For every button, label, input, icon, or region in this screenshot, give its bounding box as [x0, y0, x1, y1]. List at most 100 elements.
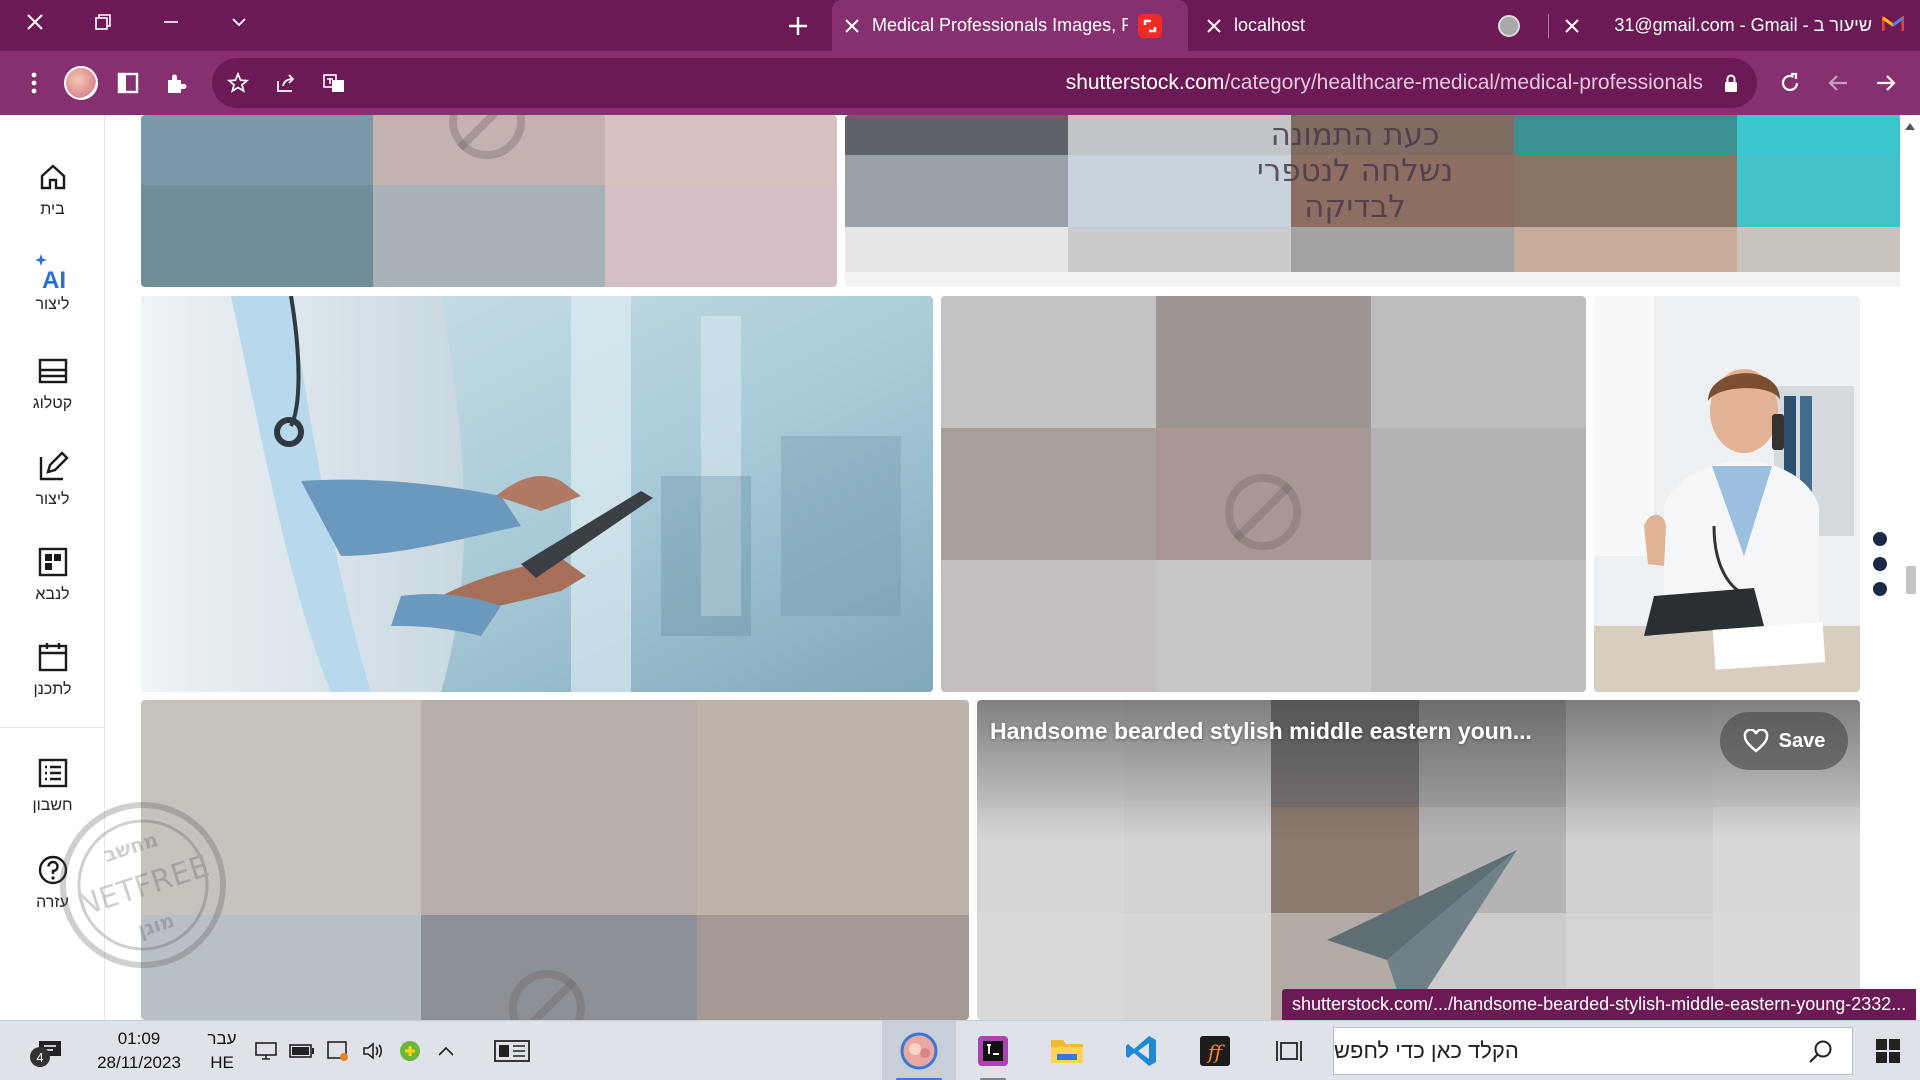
clock-date: 28/11/2023: [97, 1053, 181, 1072]
task-view-button[interactable]: [1256, 1021, 1322, 1080]
share-button[interactable]: [266, 63, 306, 103]
tab-medical-professionals[interactable]: Medical Professionals Images, Pi: [832, 0, 1188, 51]
image-title[interactable]: Handsome bearded stylish middle eastern …: [990, 718, 1532, 745]
image-tile-hovered[interactable]: Handsome bearded stylish middle eastern …: [977, 700, 1860, 1020]
page-nav-dot[interactable]: [1873, 532, 1887, 546]
save-button[interactable]: Save: [1720, 712, 1848, 770]
tab-title: Medical Professionals Images, Pi: [872, 15, 1128, 35]
lang-top: עבר: [207, 1029, 237, 1048]
doctor-tablet-photo: [141, 296, 933, 692]
url-path: /category/healthcare-medical/medical-pro…: [1224, 71, 1703, 94]
back-button[interactable]: [1866, 63, 1906, 103]
sidebar-item-ai-generate[interactable]: AI ליצור: [0, 250, 105, 330]
image-tile[interactable]: [141, 115, 837, 287]
new-tab-button[interactable]: [762, 4, 834, 48]
page-nav-dot[interactable]: [1873, 557, 1887, 571]
lang-bottom: HE: [210, 1053, 234, 1072]
battery-icon: [289, 1044, 314, 1058]
reload-button[interactable]: [1770, 63, 1810, 103]
blocked-notice: כעת התמונה נשלחה לנטפרי לבדיקה: [1255, 115, 1455, 241]
minimize-window-button[interactable]: [136, 0, 206, 44]
shutterstock-icon: [1138, 13, 1162, 38]
news-widget-button[interactable]: [490, 1021, 534, 1080]
sidebar-item-label: קטלוג: [32, 395, 73, 412]
network-tray[interactable]: [250, 1021, 282, 1080]
notification-center-button[interactable]: [20, 1021, 80, 1080]
sidebar-item-label: ליצור: [35, 296, 70, 313]
image-tile-doctor-phone[interactable]: [1594, 296, 1860, 692]
clock[interactable]: 01:09 28/11/2023: [84, 1027, 194, 1075]
help-icon: [33, 848, 73, 892]
scroll-up-arrow-icon[interactable]: [1905, 123, 1915, 130]
sidebar-item-create[interactable]: ליצור: [0, 445, 105, 525]
image-tile-doctor-tablet[interactable]: [141, 296, 933, 692]
show-hidden-icons-button[interactable]: [430, 1021, 462, 1080]
url-host: shutterstock.com: [1065, 71, 1225, 94]
globe-icon: [1498, 14, 1520, 37]
tab-close-icon[interactable]: [1552, 18, 1592, 33]
bookmark-button[interactable]: [218, 63, 258, 103]
taskbar-app-intellij[interactable]: [960, 1021, 1026, 1080]
address-bar[interactable]: shutterstock.com/category/healthcare-med…: [212, 58, 1757, 108]
tab-search-button[interactable]: [204, 0, 274, 44]
restore-icon: [95, 14, 111, 30]
restore-window-button[interactable]: [68, 0, 138, 44]
reload-icon: [1781, 72, 1799, 92]
app-tray[interactable]: [394, 1021, 426, 1080]
taskbar-search-input[interactable]: הקלד כאן כדי לחפש: [1333, 1027, 1853, 1075]
plus-icon: [789, 17, 807, 35]
tab-close-icon[interactable]: [1194, 18, 1234, 33]
news-icon: [494, 1040, 530, 1062]
arrow-left-icon: [1828, 75, 1847, 91]
sidebar-item-account[interactable]: חשבון: [0, 751, 105, 831]
close-window-button[interactable]: [0, 0, 70, 44]
scroll-thumb[interactable]: [1906, 566, 1916, 594]
site-info-button[interactable]: [1711, 63, 1751, 103]
image-tile[interactable]: [941, 296, 1586, 692]
more-vertical-icon: [31, 72, 37, 94]
tab-gmail[interactable]: 31@gmail.com - Gmail - שיעור ב: [1552, 0, 1920, 51]
browser-menu-button[interactable]: [14, 63, 54, 103]
taskbar-app-chrome[interactable]: [882, 1021, 956, 1080]
image-tile[interactable]: [141, 700, 969, 1020]
sidebar-item-label: בית: [40, 201, 65, 218]
windows-icon: [1876, 1039, 1900, 1063]
page-scrollbar[interactable]: [1900, 115, 1920, 1020]
volume-tray[interactable]: [358, 1021, 390, 1080]
image-tile[interactable]: כעת התמונה נשלחה לנטפרי לבדיקה: [845, 115, 1900, 287]
sidebar-item-catalog[interactable]: קטלוג: [0, 349, 105, 429]
status-link-preview: shutterstock.com/.../handsome-bearded-st…: [1282, 989, 1917, 1020]
page-nav-dot[interactable]: [1873, 582, 1887, 596]
forward-button[interactable]: [1818, 63, 1858, 103]
folder-icon: [1051, 1040, 1083, 1063]
update-tray[interactable]: [322, 1021, 354, 1080]
translate-button[interactable]: [314, 63, 354, 103]
catalog-icon: [33, 349, 73, 393]
start-button[interactable]: [1856, 1021, 1920, 1080]
sidebar-item-plan[interactable]: לתכנן: [0, 635, 105, 715]
green-circle-icon: [400, 1041, 420, 1061]
sidebar-item-predict[interactable]: לנבא: [0, 540, 105, 620]
taskbar-app-vscode[interactable]: [1108, 1021, 1174, 1080]
extensions-button[interactable]: [156, 63, 196, 103]
sidebar-item-label: עזרה: [36, 894, 69, 911]
fontforge-icon: ff: [1200, 1036, 1230, 1066]
taskbar-app-fontforge[interactable]: ff: [1182, 1021, 1248, 1080]
volume-icon: [363, 1042, 383, 1060]
tab-close-icon[interactable]: [832, 18, 872, 33]
tab-localhost[interactable]: localhost: [1194, 0, 1534, 51]
update-icon: [327, 1041, 348, 1061]
sidebar-item-help[interactable]: עזרה: [0, 848, 105, 928]
chevron-up-icon: [438, 1046, 454, 1056]
sidebar-item-home[interactable]: בית: [0, 155, 105, 235]
clock-time: 01:09: [117, 1029, 161, 1048]
url-text[interactable]: shutterstock.com/category/healthcare-med…: [1066, 58, 1703, 108]
chrome-profile-icon: [900, 1032, 938, 1070]
language-indicator[interactable]: עבר HE: [200, 1027, 244, 1075]
doctor-phone-photo: [1594, 296, 1860, 692]
taskbar-app-file-explorer[interactable]: [1034, 1021, 1100, 1080]
sidebar-item-label: לנבא: [35, 586, 70, 603]
side-panel-button[interactable]: [108, 63, 148, 103]
profile-avatar[interactable]: [64, 66, 98, 100]
battery-tray[interactable]: [286, 1021, 318, 1080]
